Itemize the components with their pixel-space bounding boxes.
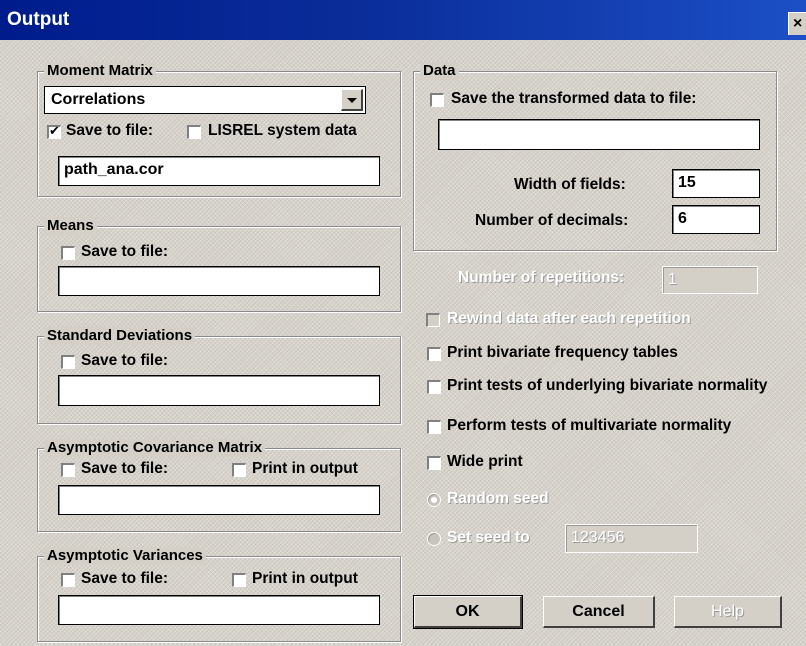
set-seed-label: Set seed to (447, 529, 530, 546)
rewind-checkbox (426, 313, 440, 327)
repetitions-input: 1 (662, 266, 758, 294)
av-file-input[interactable] (58, 595, 380, 625)
moment-save-label: Save to file: (66, 122, 153, 139)
multivariate-label: Perform tests of multivariate normality (447, 417, 732, 434)
set-seed-radio (427, 532, 441, 546)
ok-button[interactable]: OK (413, 595, 523, 629)
std-dev-save-checkbox[interactable] (61, 355, 75, 369)
decimals-label: Number of decimals: (475, 212, 629, 229)
data-file-input[interactable] (438, 119, 760, 150)
data-save-checkbox[interactable] (430, 93, 444, 107)
bivariate-norm-checkbox[interactable] (427, 380, 441, 394)
acm-save-checkbox[interactable] (61, 463, 75, 477)
means-save-checkbox[interactable] (61, 246, 75, 260)
moment-matrix-select-value: Correlations (51, 91, 146, 108)
acm-title: Asymptotic Covariance Matrix (44, 439, 266, 457)
std-dev-title: Standard Deviations (44, 327, 196, 345)
acm-print-checkbox[interactable] (232, 463, 246, 477)
wide-print-checkbox[interactable] (427, 456, 441, 470)
lisrel-label: LISREL system data (208, 122, 357, 139)
av-save-label: Save to file: (81, 570, 168, 587)
std-dev-save-label: Save to file: (81, 352, 168, 369)
close-icon[interactable]: × (788, 12, 806, 35)
acm-print-label: Print in output (252, 460, 358, 477)
window-title: Output (7, 9, 70, 30)
width-fields-label: Width of fields: (514, 176, 626, 193)
av-title: Asymptotic Variances (44, 547, 206, 565)
means-file-input[interactable] (58, 266, 380, 296)
means-save-label: Save to file: (81, 243, 168, 260)
title-bar: Output × (0, 0, 806, 40)
data-title: Data (420, 62, 459, 80)
random-seed-label: Random seed (447, 490, 549, 507)
chevron-down-icon[interactable] (341, 89, 363, 111)
moment-matrix-select[interactable]: Correlations (44, 86, 366, 114)
std-dev-file-input[interactable] (58, 375, 380, 406)
bivariate-freq-checkbox[interactable] (427, 347, 441, 361)
lisrel-checkbox[interactable] (187, 125, 201, 139)
seed-input: 123456 (565, 524, 698, 553)
repetitions-label: Number of repetitions: (458, 269, 625, 286)
moment-save-checkbox[interactable] (47, 123, 61, 139)
data-save-label: Save the transformed data to file: (451, 90, 697, 107)
acm-save-label: Save to file: (81, 460, 168, 477)
decimals-input[interactable]: 6 (672, 205, 760, 234)
bivariate-norm-label: Print tests of underlying bivariate norm… (447, 377, 768, 394)
width-fields-input[interactable]: 15 (672, 169, 760, 198)
rewind-label: Rewind data after each repetition (447, 310, 691, 327)
multivariate-checkbox[interactable] (427, 420, 441, 434)
cancel-button[interactable]: Cancel (543, 596, 655, 628)
av-save-checkbox[interactable] (61, 573, 75, 587)
av-print-label: Print in output (252, 570, 358, 587)
moment-file-input[interactable]: path_ana.cor (58, 156, 380, 186)
output-dialog: Output × Moment Matrix Correlations Save… (0, 0, 806, 646)
wide-print-label: Wide print (447, 453, 523, 470)
means-title: Means (44, 217, 97, 235)
help-button: Help (674, 596, 782, 628)
av-print-checkbox[interactable] (232, 573, 246, 587)
acm-file-input[interactable] (58, 485, 380, 515)
random-seed-radio (427, 493, 441, 507)
moment-matrix-title: Moment Matrix (44, 62, 156, 80)
bivariate-freq-label: Print bivariate frequency tables (447, 344, 678, 361)
